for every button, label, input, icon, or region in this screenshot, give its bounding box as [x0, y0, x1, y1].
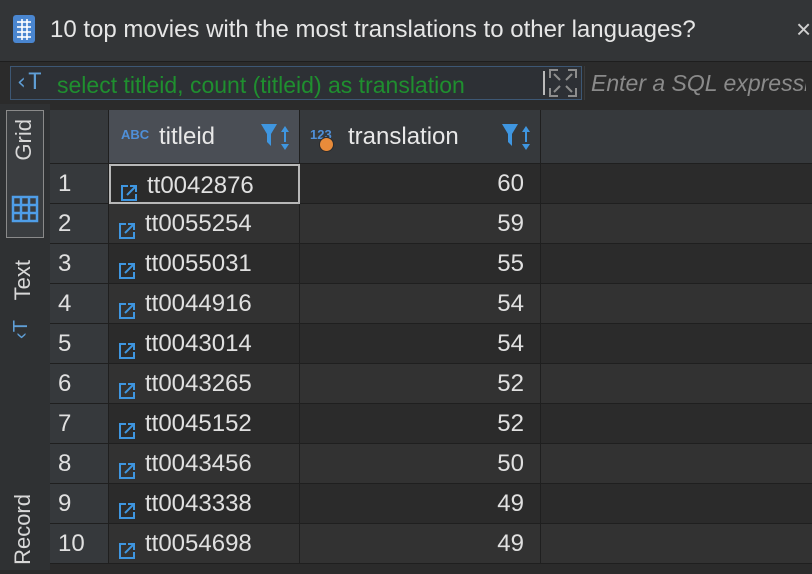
- cell-titleid[interactable]: tt0043338: [109, 484, 300, 524]
- query-text[interactable]: select titleid, count (titleid) as trans…: [57, 72, 543, 99]
- cell-titleid[interactable]: tt0043014: [109, 324, 300, 364]
- tab-record-label: Record: [10, 494, 35, 565]
- row-number[interactable]: 2: [50, 204, 109, 244]
- column-name: titleid: [159, 123, 216, 150]
- results-grid: ABC titleid 123 translation 1 tt0042876 60…: [50, 110, 812, 570]
- cell-titleid[interactable]: tt0043265: [109, 364, 300, 404]
- cell-empty: [541, 524, 812, 564]
- orange-dot-icon: [319, 137, 334, 152]
- row-number[interactable]: 4: [50, 284, 109, 324]
- table-row[interactable]: 2 tt0055254 59: [50, 204, 812, 244]
- query-filter-field[interactable]: ‹T select titleid, count (titleid) as tr…: [10, 66, 582, 100]
- row-number[interactable]: 7: [50, 404, 109, 444]
- table-row[interactable]: 1 tt0042876 60: [50, 164, 812, 204]
- titleid-value: tt0055031: [145, 250, 252, 277]
- cell-titleid[interactable]: tt0044916: [109, 284, 300, 324]
- table-row[interactable]: 5 tt0043014 54: [50, 324, 812, 364]
- cell-empty: [541, 324, 812, 364]
- row-number[interactable]: 3: [50, 244, 109, 284]
- grid-corner[interactable]: [50, 110, 109, 164]
- titleid-value: tt0043014: [145, 330, 252, 357]
- sql-expression-input[interactable]: [584, 66, 812, 100]
- tab-grid[interactable]: Grid: [6, 110, 44, 238]
- titleid-value: tt0043265: [145, 370, 252, 397]
- cell-translation[interactable]: 59: [300, 204, 541, 244]
- cell-translation[interactable]: 60: [300, 164, 541, 204]
- column-header-translation[interactable]: 123 translation: [300, 110, 541, 164]
- text-icon: ‹T: [9, 320, 32, 339]
- titleid-value: tt0043456: [145, 450, 252, 477]
- header-empty: [541, 110, 812, 164]
- cell-empty: [541, 164, 812, 204]
- cell-empty: [541, 284, 812, 324]
- cell-translation[interactable]: 52: [300, 404, 541, 444]
- filter-sort-icon[interactable]: [259, 122, 293, 152]
- row-number[interactable]: 9: [50, 484, 109, 524]
- window-title: 10 top movies with the most translations…: [50, 16, 696, 43]
- cell-empty: [541, 444, 812, 484]
- table-row[interactable]: 6 tt0043265 52: [50, 364, 812, 404]
- open-link-icon[interactable]: [117, 534, 137, 574]
- cell-empty: [541, 404, 812, 444]
- cell-translation[interactable]: 52: [300, 364, 541, 404]
- table-row[interactable]: 8 tt0043456 50: [50, 444, 812, 484]
- view-mode-panel: Grid Text ‹T Record: [0, 104, 50, 570]
- cell-titleid[interactable]: tt0045152: [109, 404, 300, 444]
- table-row[interactable]: 9 tt0043338 49: [50, 484, 812, 524]
- cell-translation[interactable]: 49: [300, 484, 541, 524]
- row-number[interactable]: 6: [50, 364, 109, 404]
- grid-icon: [11, 195, 39, 223]
- cell-titleid[interactable]: tt0055254: [109, 204, 300, 244]
- tab-grid-label: Grid: [11, 119, 36, 161]
- tab-text[interactable]: Text ‹T: [6, 254, 44, 364]
- cell-translation[interactable]: 49: [300, 524, 541, 564]
- cell-translation[interactable]: 55: [300, 244, 541, 284]
- titleid-value: tt0044916: [145, 290, 252, 317]
- cell-empty: [541, 244, 812, 284]
- row-number[interactable]: 1: [50, 164, 109, 204]
- table-row[interactable]: 10 tt0054698 49: [50, 524, 812, 564]
- table-row[interactable]: 7 tt0045152 52: [50, 404, 812, 444]
- tab-text-label: Text: [10, 260, 35, 301]
- window-titlebar: 10 top movies with the most translations…: [0, 0, 812, 62]
- cell-empty: [541, 484, 812, 524]
- filter-sort-icon[interactable]: [500, 122, 534, 152]
- cell-empty: [541, 364, 812, 404]
- titleid-value: tt0042876: [147, 172, 254, 199]
- table-row[interactable]: 3 tt0055031 55: [50, 244, 812, 284]
- titleid-value: tt0043338: [145, 490, 252, 517]
- titleid-value: tt0054698: [145, 530, 252, 557]
- expand-icon[interactable]: [548, 68, 578, 98]
- column-name: translation: [348, 123, 459, 150]
- row-number[interactable]: 5: [50, 324, 109, 364]
- close-icon[interactable]: ×: [796, 14, 811, 45]
- cell-titleid[interactable]: tt0043456: [109, 444, 300, 484]
- table-row[interactable]: 4 tt0044916 54: [50, 284, 812, 324]
- string-type-badge: ABC: [121, 127, 150, 142]
- cell-translation[interactable]: 54: [300, 324, 541, 364]
- table-grid-icon: [13, 15, 35, 43]
- cell-translation[interactable]: 54: [300, 284, 541, 324]
- cell-translation[interactable]: 50: [300, 444, 541, 484]
- cell-empty: [541, 204, 812, 244]
- row-number[interactable]: 8: [50, 444, 109, 484]
- text-caret: [543, 71, 545, 95]
- titleid-value: tt0055254: [145, 210, 252, 237]
- tab-record[interactable]: Record: [6, 494, 44, 570]
- cell-titleid[interactable]: tt0055031: [109, 244, 300, 284]
- cell-titleid[interactable]: tt0054698: [109, 524, 300, 564]
- column-header-titleid[interactable]: ABC titleid: [109, 110, 300, 164]
- text-format-icon: ‹T: [15, 70, 42, 95]
- titleid-value: tt0045152: [145, 410, 252, 437]
- row-number[interactable]: 10: [50, 524, 109, 564]
- cell-titleid[interactable]: tt0042876: [109, 164, 300, 204]
